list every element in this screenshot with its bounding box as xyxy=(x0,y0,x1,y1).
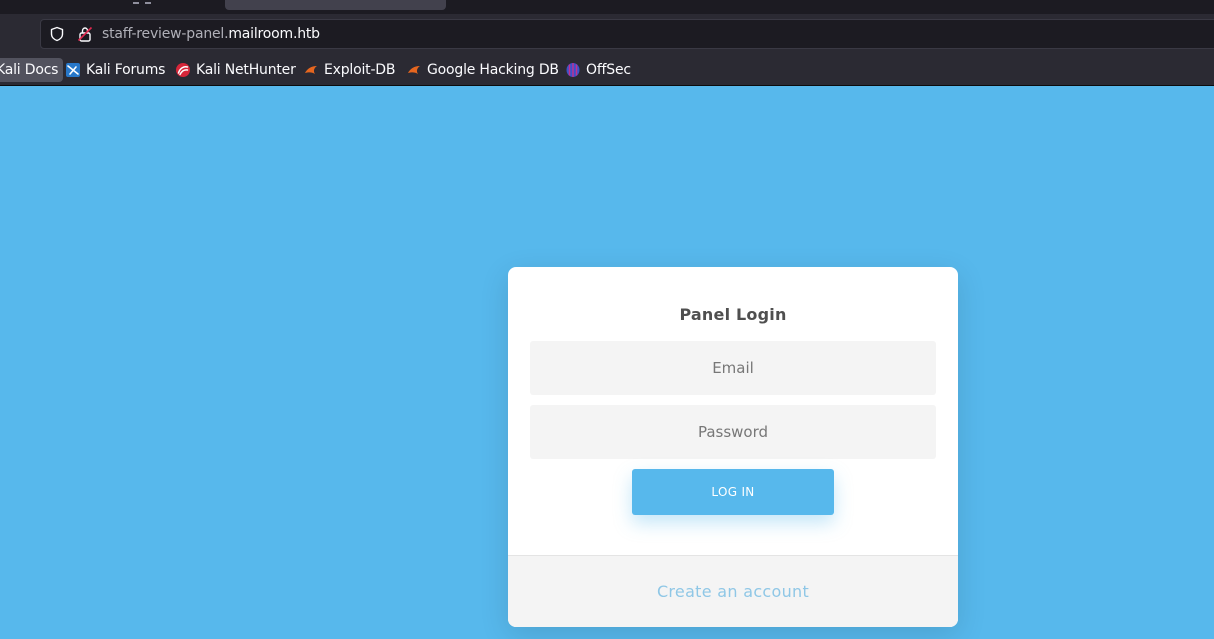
insecure-lock-icon[interactable] xyxy=(77,26,93,42)
password-field[interactable] xyxy=(530,405,936,459)
bookmark-kali-docs[interactable]: Kali Docs xyxy=(0,58,64,82)
tab-inactive[interactable] xyxy=(85,0,225,10)
google-hacking-db-icon xyxy=(408,66,420,74)
navigation-bar: staff-review-panel.mailroom.htb xyxy=(0,14,1214,54)
bookmark-kali-nethunter[interactable]: Kali NetHunter xyxy=(175,58,296,82)
bookmarks-toolbar: Kali Docs Kali Forums Kali NetHunter Exp… xyxy=(0,54,1214,86)
bookmark-label: Kali Docs xyxy=(0,62,59,78)
tab-title-fragment xyxy=(133,0,139,4)
kali-nethunter-icon xyxy=(176,63,190,77)
create-account-link[interactable]: Create an account xyxy=(657,582,809,601)
login-card: Panel Login LOG IN Create an account xyxy=(508,267,958,627)
bookmark-label: OffSec xyxy=(586,62,631,78)
exploit-db-icon xyxy=(305,66,317,74)
bookmark-exploit-db[interactable]: Exploit-DB xyxy=(303,58,395,82)
tab-strip xyxy=(0,0,1214,14)
shield-icon[interactable] xyxy=(49,26,65,42)
login-button[interactable]: LOG IN xyxy=(632,469,834,515)
bookmark-kali-forums[interactable]: Kali Forums xyxy=(65,58,165,82)
url-domain: mailroom.htb xyxy=(228,26,320,42)
tab-title-fragment xyxy=(145,0,151,4)
url-bar[interactable]: staff-review-panel.mailroom.htb xyxy=(40,19,1214,49)
url-text[interactable]: staff-review-panel.mailroom.htb xyxy=(102,26,320,42)
email-field[interactable] xyxy=(530,341,936,395)
tab-active[interactable] xyxy=(225,0,446,10)
bookmark-label: Exploit-DB xyxy=(324,62,396,78)
offsec-icon xyxy=(566,63,580,77)
bookmark-label: Google Hacking DB xyxy=(427,62,559,78)
kali-forums-icon xyxy=(66,63,80,77)
bookmark-label: Kali NetHunter xyxy=(196,62,296,78)
card-footer: Create an account xyxy=(508,555,958,627)
bookmark-offsec[interactable]: OffSec xyxy=(565,58,631,82)
login-title: Panel Login xyxy=(679,305,787,324)
url-subdomain: staff-review-panel. xyxy=(102,26,229,42)
bookmark-google-hacking-db[interactable]: Google Hacking DB xyxy=(406,58,559,82)
bookmark-label: Kali Forums xyxy=(86,62,166,78)
